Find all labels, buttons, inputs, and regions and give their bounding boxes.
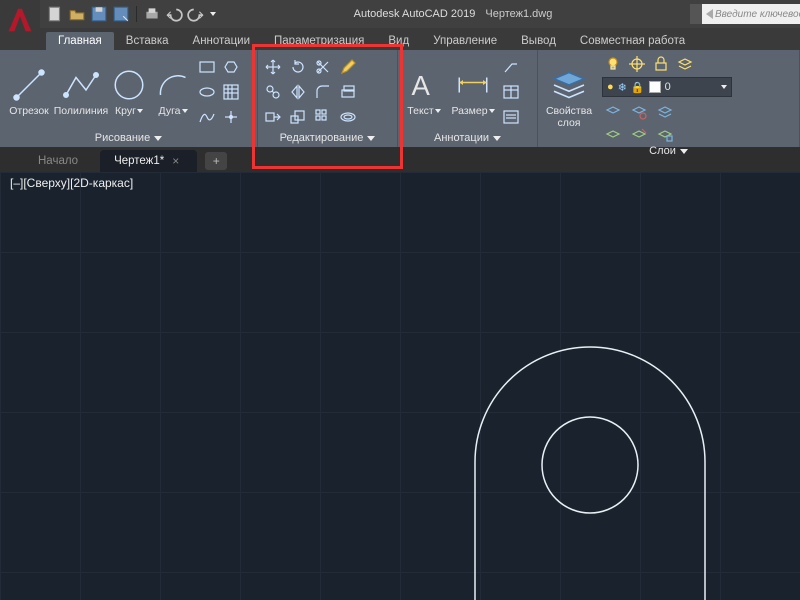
pencil-icon[interactable] bbox=[337, 56, 359, 78]
layer-extra-6-icon[interactable] bbox=[654, 123, 676, 145]
stretch-icon[interactable] bbox=[262, 106, 284, 128]
drawing-shape bbox=[0, 172, 800, 600]
rect-icon[interactable] bbox=[196, 56, 218, 78]
line-icon bbox=[9, 67, 49, 103]
drawing-canvas[interactable]: [–][Сверху][2D-каркас] bbox=[0, 172, 800, 600]
new-icon[interactable] bbox=[46, 5, 64, 23]
doc-tab-drawing[interactable]: Чертеж1*× bbox=[100, 150, 197, 172]
title-bar: Autodesk AutoCAD 2019Чертеж1.dwg Введите… bbox=[0, 0, 800, 28]
draw-small-tools bbox=[196, 56, 242, 128]
panel-edit-title[interactable]: Редактирование bbox=[262, 130, 393, 147]
rotate-icon[interactable] bbox=[287, 56, 309, 78]
panel-annot-title[interactable]: Аннотации bbox=[402, 130, 533, 147]
layer-extra-3-icon[interactable] bbox=[654, 101, 676, 123]
window-title: Autodesk AutoCAD 2019Чертеж1.dwg bbox=[216, 8, 690, 20]
polyline-tool[interactable]: Полилиния bbox=[56, 67, 106, 117]
layer-extra-1-icon[interactable] bbox=[602, 101, 624, 123]
saveas-icon[interactable] bbox=[112, 5, 130, 23]
layer-extra-4-icon[interactable] bbox=[602, 123, 624, 145]
text-icon: A bbox=[404, 67, 444, 103]
app-logo[interactable] bbox=[0, 0, 40, 40]
undo-icon[interactable] bbox=[165, 5, 183, 23]
redo-icon[interactable] bbox=[187, 5, 205, 23]
tab-insert[interactable]: Вставка bbox=[114, 32, 181, 50]
panel-draw-title[interactable]: Рисование bbox=[4, 130, 253, 147]
svg-text:A: A bbox=[412, 70, 431, 101]
freeze-icon[interactable] bbox=[626, 53, 648, 75]
open-icon[interactable] bbox=[68, 5, 86, 23]
dimension-tool[interactable]: Размер bbox=[448, 67, 498, 117]
polyline-icon bbox=[61, 67, 101, 103]
text-tool[interactable]: A Текст bbox=[402, 67, 446, 117]
dimension-icon bbox=[453, 67, 493, 103]
fillet-icon[interactable] bbox=[312, 81, 334, 103]
move-icon[interactable] bbox=[262, 56, 284, 78]
panel-draw: Отрезок Полилиния Круг Дуга bbox=[0, 50, 258, 147]
spline-icon[interactable] bbox=[196, 106, 218, 128]
close-icon[interactable]: × bbox=[172, 154, 179, 168]
quick-access-toolbar bbox=[46, 0, 216, 28]
scale-icon[interactable] bbox=[287, 106, 309, 128]
keyword-search[interactable]: Введите ключевое сло bbox=[690, 4, 800, 24]
ellipse-icon[interactable] bbox=[196, 81, 218, 103]
plot-icon[interactable] bbox=[143, 5, 161, 23]
tab-home[interactable]: Главная bbox=[46, 32, 114, 50]
tab-manage[interactable]: Управление bbox=[421, 32, 509, 50]
mtext-icon[interactable] bbox=[500, 106, 522, 128]
lock-icon[interactable] bbox=[650, 53, 672, 75]
arc-icon bbox=[153, 67, 193, 103]
explode-icon[interactable] bbox=[337, 81, 359, 103]
arc-tool[interactable]: Дуга bbox=[152, 67, 194, 117]
tab-annotations[interactable]: Аннотации bbox=[181, 32, 262, 50]
annot-small bbox=[500, 56, 522, 128]
table-icon[interactable] bbox=[500, 81, 522, 103]
save-icon[interactable] bbox=[90, 5, 108, 23]
doc-tab-start[interactable]: Начало bbox=[24, 150, 96, 172]
layer-combo[interactable]: ● ❄ 🔒 0 bbox=[602, 77, 732, 97]
layer-properties[interactable]: Свойства слоя bbox=[542, 67, 596, 129]
tab-parametric[interactable]: Параметризация bbox=[262, 32, 376, 50]
ribbon: Отрезок Полилиния Круг Дуга bbox=[0, 50, 800, 148]
circle-tool[interactable]: Круг bbox=[108, 67, 150, 117]
offset-icon[interactable] bbox=[337, 106, 359, 128]
panel-layers-title[interactable]: Слои bbox=[542, 143, 795, 160]
tab-collab[interactable]: Совместная работа bbox=[568, 32, 697, 50]
arrow-icon bbox=[706, 9, 713, 19]
tab-view[interactable]: Вид bbox=[376, 32, 421, 50]
layer-extra-5-icon[interactable] bbox=[628, 123, 650, 145]
leader-icon[interactable] bbox=[500, 56, 522, 78]
panel-edit: Редактирование bbox=[258, 50, 398, 147]
panel-annotation: A Текст Размер Аннотации bbox=[398, 50, 538, 147]
layer-extra-2-icon[interactable] bbox=[628, 101, 650, 123]
layer-match-icon[interactable] bbox=[674, 53, 696, 75]
array-icon[interactable] bbox=[312, 106, 334, 128]
panel-layers: Свойства слоя ● ❄ 🔒 0 bbox=[538, 50, 800, 147]
bulb-icon: ● bbox=[607, 81, 614, 93]
trim-icon[interactable] bbox=[312, 56, 334, 78]
point-icon[interactable] bbox=[220, 106, 242, 128]
ribbon-tabs: Главная Вставка Аннотации Параметризация… bbox=[0, 28, 800, 50]
mirror-icon[interactable] bbox=[287, 81, 309, 103]
layers-icon bbox=[549, 67, 589, 103]
circle-icon bbox=[109, 67, 149, 103]
copy-icon[interactable] bbox=[262, 81, 284, 103]
line-tool[interactable]: Отрезок bbox=[4, 67, 54, 117]
polygon-icon[interactable] bbox=[220, 56, 242, 78]
tab-output[interactable]: Вывод bbox=[509, 32, 568, 50]
add-tab-button[interactable]: + bbox=[205, 152, 227, 170]
bulb-icon[interactable] bbox=[602, 53, 624, 75]
hatch-icon[interactable] bbox=[220, 81, 242, 103]
